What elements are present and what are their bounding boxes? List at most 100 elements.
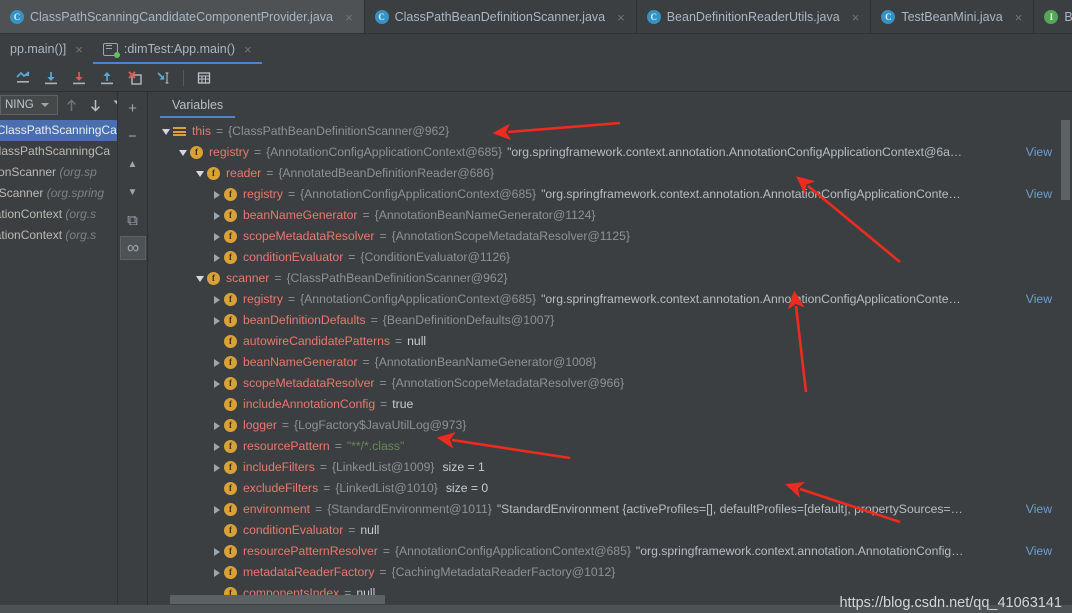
variable-type-value: {AnnotatedBeanDefinitionReader@686} bbox=[278, 166, 495, 180]
move-watch-down-button[interactable]: ▼ bbox=[120, 180, 146, 204]
chevron-right-icon[interactable] bbox=[209, 505, 224, 514]
close-icon[interactable]: × bbox=[1013, 11, 1025, 24]
chevron-right-icon[interactable] bbox=[209, 232, 224, 241]
variable-name: reader bbox=[226, 166, 262, 180]
variable-row[interactable]: f logger = {LogFactory$JavaUtilLog@973} bbox=[148, 415, 1072, 436]
editor-tab-label: ClassPathBeanDefinitionScanner.java bbox=[394, 10, 606, 24]
variable-row[interactable]: f registry = {AnnotationConfigApplicationCo… bbox=[148, 289, 1072, 310]
variable-name: beanDefinitionDefaults bbox=[243, 313, 366, 327]
chevron-down-icon[interactable] bbox=[192, 275, 207, 282]
frames-up-button[interactable] bbox=[60, 94, 82, 116]
inspect-icon: ∞ bbox=[126, 238, 139, 257]
add-watch-button[interactable]: + bbox=[120, 96, 146, 120]
variable-row[interactable]: f registry = {AnnotationConfigApplicationCo… bbox=[148, 184, 1072, 205]
move-watch-up-button[interactable]: ▲ bbox=[120, 152, 146, 176]
force-step-into-button[interactable] bbox=[122, 66, 148, 90]
chevron-right-icon[interactable] bbox=[209, 295, 224, 304]
view-value-link[interactable]: View bbox=[1026, 184, 1052, 205]
variable-row[interactable]: f conditionEvaluator = {ConditionEvaluator@… bbox=[148, 247, 1072, 268]
variable-row[interactable]: f scanner = {ClassPathBeanDefinitionScanner… bbox=[148, 268, 1072, 289]
copy-value-button[interactable]: ⧉ bbox=[120, 208, 146, 232]
field-icon: f bbox=[224, 209, 243, 222]
chevron-right-icon[interactable] bbox=[209, 379, 224, 388]
session-tab-0[interactable]: pp.main()] × bbox=[0, 34, 93, 64]
chevron-down-icon[interactable] bbox=[158, 128, 173, 135]
tab-variables[interactable]: Variables bbox=[160, 92, 236, 118]
chevron-right-icon[interactable] bbox=[209, 463, 224, 472]
equals-sign: = bbox=[315, 502, 323, 516]
chevron-right-icon[interactable] bbox=[209, 421, 224, 430]
thread-selector[interactable]: NING bbox=[0, 95, 58, 115]
chevron-right-icon[interactable] bbox=[209, 190, 224, 199]
close-icon[interactable]: × bbox=[343, 11, 355, 24]
close-icon[interactable]: × bbox=[850, 11, 862, 24]
chevron-right-icon[interactable] bbox=[209, 358, 224, 367]
variable-type-value: {AnnotationBeanNameGenerator@1008} bbox=[374, 355, 597, 369]
close-icon[interactable]: × bbox=[615, 11, 627, 24]
variable-type-value: {BeanDefinitionDefaults@1007} bbox=[382, 313, 555, 327]
variable-row[interactable]: f reader = {AnnotatedBeanDefinitionReader@6… bbox=[148, 163, 1072, 184]
run-to-cursor-button[interactable] bbox=[150, 66, 176, 90]
frame-method: 422, ClassPathScanningCa bbox=[0, 123, 117, 137]
close-icon[interactable]: × bbox=[75, 42, 83, 57]
variable-row[interactable]: f includeFilters = {LinkedList@1009} size = … bbox=[148, 457, 1072, 478]
session-tab-1[interactable]: :dimTest:App.main() × bbox=[92, 34, 262, 64]
field-icon: f bbox=[224, 251, 243, 264]
editor-tab-2[interactable]: C BeanDefinitionReaderUtils.java × bbox=[637, 0, 872, 33]
close-icon[interactable]: × bbox=[244, 42, 252, 57]
step-over-button[interactable] bbox=[38, 66, 64, 90]
chevron-right-icon[interactable] bbox=[209, 442, 224, 451]
variable-row[interactable]: f resourcePattern = "**/*.class" bbox=[148, 436, 1072, 457]
variables-horizontal-scrollbar-thumb[interactable] bbox=[170, 595, 385, 604]
view-value-link[interactable]: View bbox=[1026, 142, 1052, 163]
variable-row[interactable]: f resourcePatternResolver = {AnnotationConf… bbox=[148, 541, 1072, 562]
variable-row[interactable]: f conditionEvaluator = null bbox=[148, 520, 1072, 541]
chevron-right-icon[interactable] bbox=[209, 316, 224, 325]
evaluate-expression-button[interactable] bbox=[191, 66, 217, 90]
variable-row[interactable]: f autowireCandidatePatterns = null bbox=[148, 331, 1072, 352]
step-out-button[interactable] bbox=[94, 66, 120, 90]
step-into-button[interactable] bbox=[66, 66, 92, 90]
show-execution-point-button[interactable] bbox=[10, 66, 36, 90]
chevron-right-icon[interactable] bbox=[209, 568, 224, 577]
field-icon: f bbox=[224, 461, 243, 474]
variable-row[interactable]: f scopeMetadataResolver = {AnnotationScopeM… bbox=[148, 226, 1072, 247]
variable-row[interactable]: f environment = {StandardEnvironment@1011} "… bbox=[148, 499, 1072, 520]
remove-watch-button[interactable]: − bbox=[120, 124, 146, 148]
frames-down-button[interactable] bbox=[84, 94, 106, 116]
variable-row[interactable]: f beanNameGenerator = {AnnotationBeanNameGe… bbox=[148, 205, 1072, 226]
java-class-icon: C bbox=[881, 10, 896, 24]
variable-name: autowireCandidatePatterns bbox=[243, 334, 391, 348]
variable-name: conditionEvaluator bbox=[243, 523, 344, 537]
editor-tab-1[interactable]: C ClassPathBeanDefinitionScanner.java × bbox=[365, 0, 637, 33]
chevron-right-icon[interactable] bbox=[209, 211, 224, 220]
variable-name: registry bbox=[209, 145, 249, 159]
chevron-down-icon[interactable] bbox=[192, 170, 207, 177]
chevron-down-icon[interactable] bbox=[175, 149, 190, 156]
field-icon: f bbox=[224, 524, 243, 537]
chevron-down-icon bbox=[40, 103, 49, 107]
chevron-right-icon[interactable] bbox=[209, 547, 224, 556]
equals-sign: = bbox=[334, 439, 342, 453]
variable-row[interactable]: f includeAnnotationConfig = true bbox=[148, 394, 1072, 415]
view-value-link[interactable]: View bbox=[1026, 541, 1052, 562]
variable-row[interactable]: f beanNameGenerator = {AnnotationBeanNameGe… bbox=[148, 352, 1072, 373]
variable-row[interactable]: f excludeFilters = {LinkedList@1010} size = … bbox=[148, 478, 1072, 499]
variable-row[interactable]: this = {ClassPathBeanDefinitionScanner@962… bbox=[148, 121, 1072, 142]
variable-row[interactable]: f registry = {AnnotationConfigApplicationCo… bbox=[148, 142, 1072, 163]
variable-name: scopeMetadataResolver bbox=[243, 229, 375, 243]
editor-tab-label: ClassPathScanningCandidateComponentProvi… bbox=[30, 10, 333, 24]
editor-tab-3[interactable]: C TestBeanMini.java × bbox=[871, 0, 1035, 33]
variables-tree[interactable]: this = {ClassPathBeanDefinitionScanner@962… bbox=[148, 118, 1072, 613]
editor-tab-0[interactable]: C ClassPathScanningCandidateComponentProv… bbox=[0, 0, 365, 33]
variable-row[interactable]: f metadataReaderFactory = {CachingMetadataR… bbox=[148, 562, 1072, 583]
variable-row[interactable]: f beanDefinitionDefaults = {BeanDefinitionD… bbox=[148, 310, 1072, 331]
editor-tab-4[interactable]: I BeanDef bbox=[1034, 0, 1072, 33]
variable-row[interactable]: f scopeMetadataResolver = {AnnotationScopeM… bbox=[148, 373, 1072, 394]
chevron-right-icon[interactable] bbox=[209, 253, 224, 262]
equals-sign: = bbox=[395, 334, 403, 348]
variable-name: metadataReaderFactory bbox=[243, 565, 375, 579]
view-value-link[interactable]: View bbox=[1026, 289, 1052, 310]
inspect-button[interactable]: ∞ bbox=[119, 236, 146, 260]
view-value-link[interactable]: View bbox=[1026, 499, 1052, 520]
